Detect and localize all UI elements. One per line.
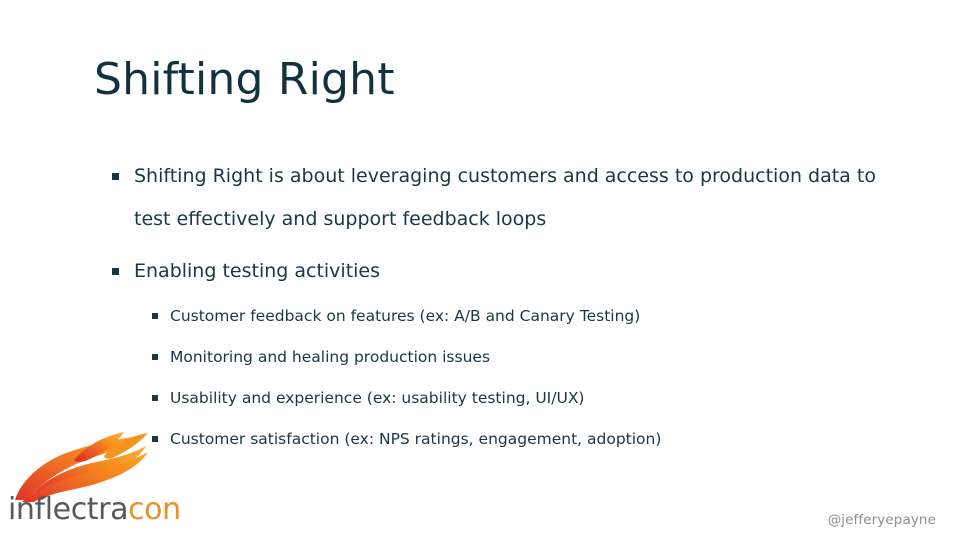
square-bullet-icon xyxy=(152,395,158,401)
sub-bullet-item: Customer satisfaction (ex: NPS ratings, … xyxy=(152,419,892,460)
sub-bullet-list: Customer feedback on features (ex: A/B a… xyxy=(112,296,892,460)
logo-word-accent: con xyxy=(128,492,181,527)
sub-bullet-item: Monitoring and healing production issues xyxy=(152,337,892,378)
bullet-item: Shifting Right is about leveraging custo… xyxy=(112,155,892,241)
square-bullet-icon xyxy=(152,354,158,360)
sub-bullet-item: Usability and experience (ex: usability … xyxy=(152,378,892,419)
sub-bullet-item: Customer feedback on features (ex: A/B a… xyxy=(152,296,892,337)
square-bullet-icon xyxy=(112,268,119,275)
square-bullet-icon xyxy=(112,173,119,180)
bullet-item: Enabling testing activities xyxy=(112,250,892,293)
bullet-text: Enabling testing activities xyxy=(134,260,381,282)
inflectracon-logo: inflectracon xyxy=(6,430,181,534)
speaker-handle: @jefferyepayne xyxy=(827,512,936,528)
presentation-slide: Shifting Right Shifting Right is about l… xyxy=(0,0,960,540)
logo-word-primary: inflectra xyxy=(8,492,129,527)
sub-bullet-text: Customer feedback on features (ex: A/B a… xyxy=(170,307,641,325)
sub-bullet-text: Customer satisfaction (ex: NPS ratings, … xyxy=(170,430,662,448)
page-title: Shifting Right xyxy=(94,54,395,105)
slide-body: Shifting Right is about leveraging custo… xyxy=(112,155,892,460)
sub-bullet-text: Monitoring and healing production issues xyxy=(170,348,491,366)
sub-bullet-text: Usability and experience (ex: usability … xyxy=(170,389,585,407)
square-bullet-icon xyxy=(152,313,158,319)
bullet-text: Shifting Right is about leveraging custo… xyxy=(134,165,876,230)
logo-wordmark: inflectracon xyxy=(8,492,181,528)
